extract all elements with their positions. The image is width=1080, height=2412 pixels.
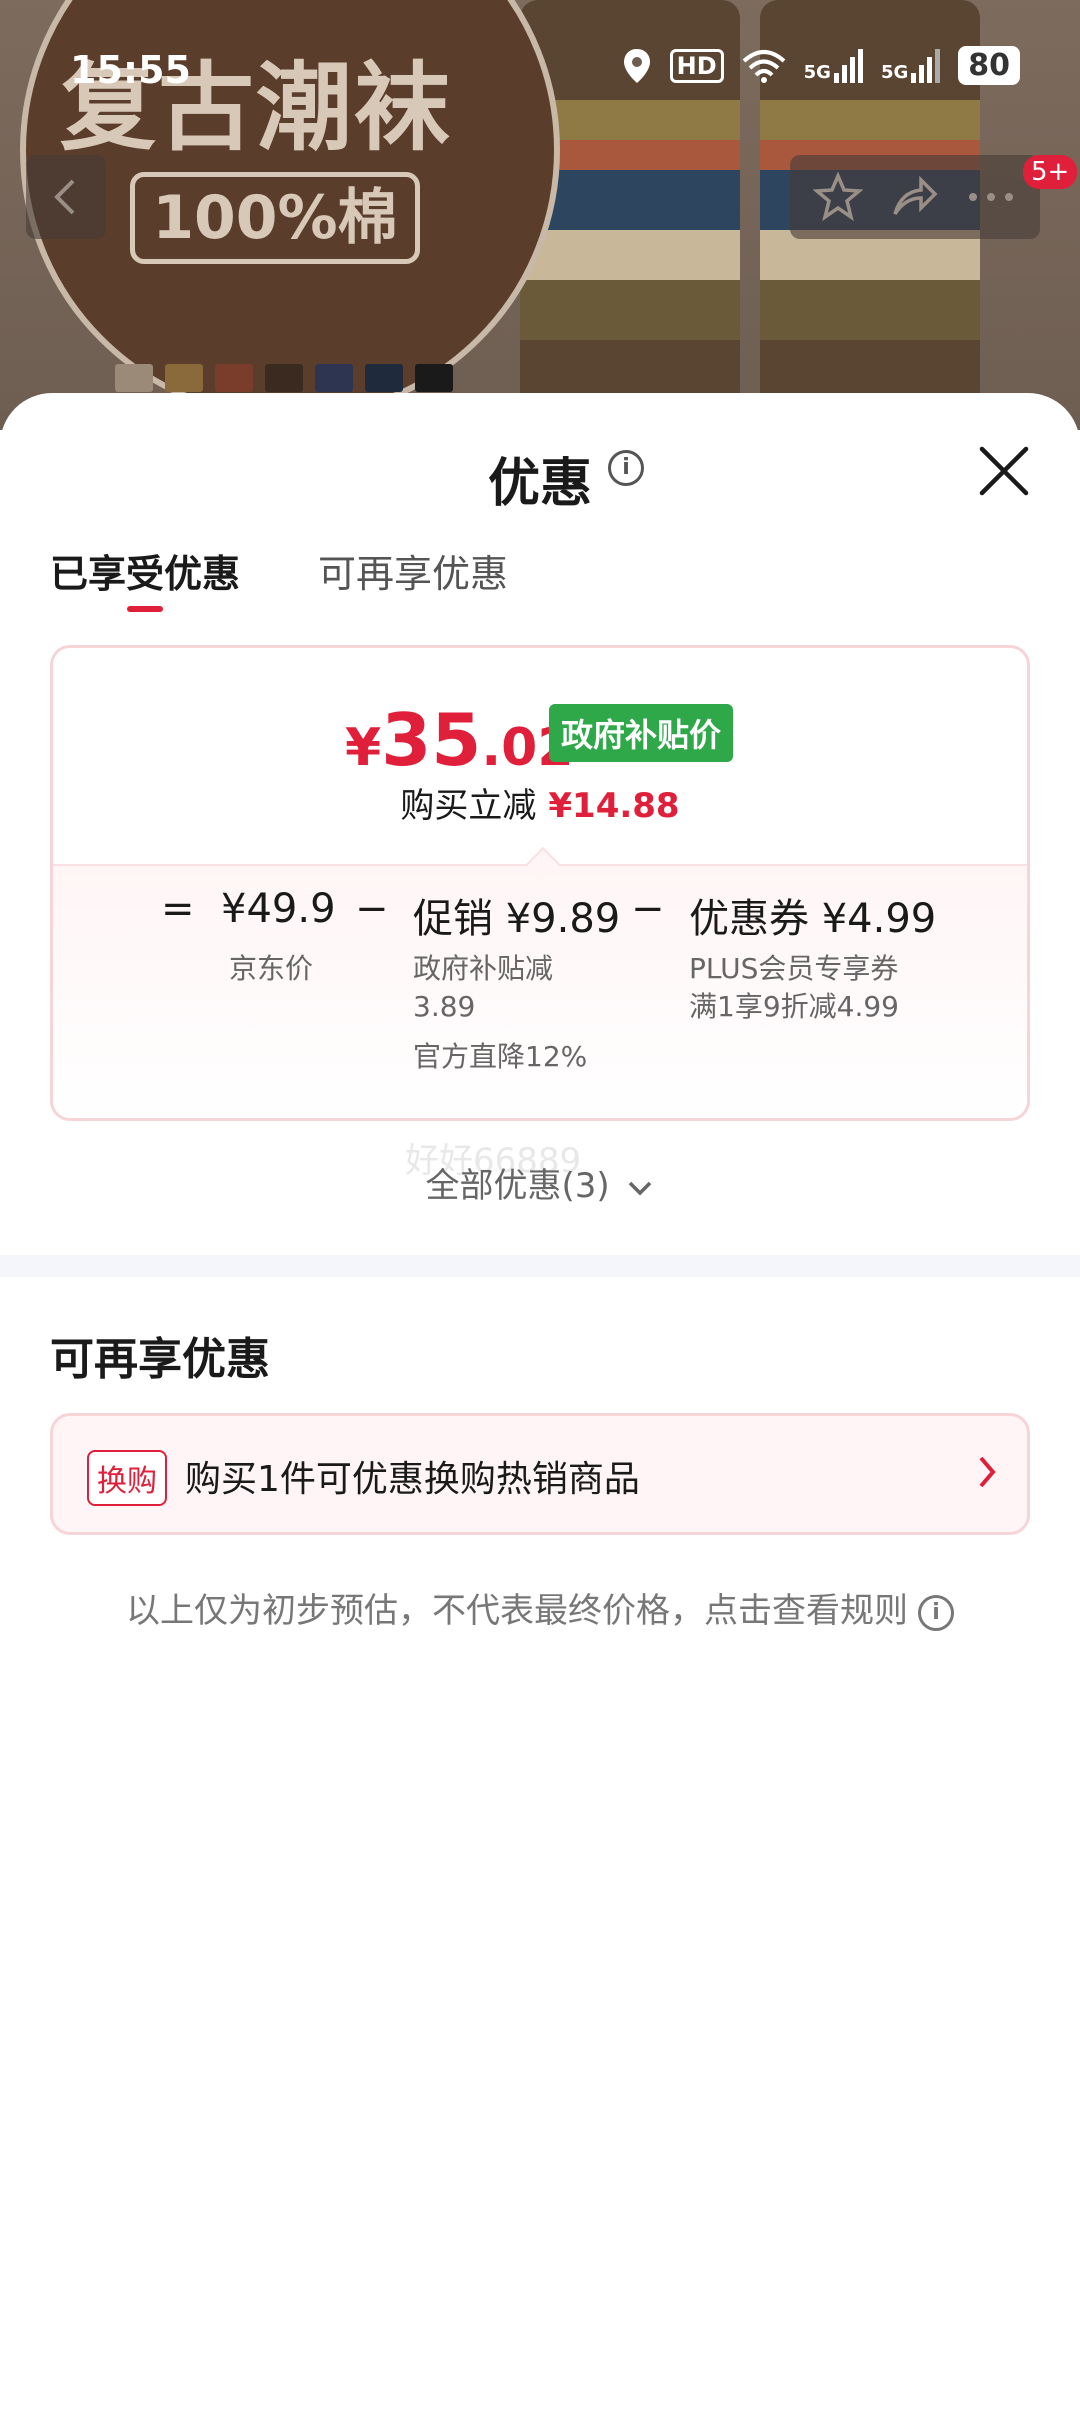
info-icon: i xyxy=(918,1594,954,1631)
signal-5g-1: 5G xyxy=(804,48,863,83)
base-price-label: 京东价 xyxy=(229,952,314,985)
status-bar: 15:55 HD 5G 5G 80 xyxy=(0,0,1080,140)
footnote-text: 以上仅为初步预估，不代表最终价格，点击查看规则 xyxy=(126,1591,908,1631)
promo-value: 促销 ¥9.89 xyxy=(413,896,621,942)
promo-detail-3: 官方直降12% xyxy=(413,1040,588,1073)
discount-sheet: 优惠 i 已享受优惠 可再享优惠 ¥35.02 政府补贴价 购买立减 ¥14.88… xyxy=(0,393,1080,2412)
section-divider xyxy=(0,1255,1080,1277)
all-discounts-label: 全部优惠(3) xyxy=(425,1166,610,1206)
tab-enjoyed[interactable]: 已享受优惠 xyxy=(50,543,240,598)
sheet-title: 优惠 xyxy=(487,454,592,514)
star-icon[interactable] xyxy=(813,172,863,222)
gov-subsidy-badge: 政府补贴价 xyxy=(549,704,734,762)
minus-sign-2: − xyxy=(631,886,665,932)
location-icon xyxy=(623,48,650,83)
status-time: 15:55 xyxy=(70,48,191,92)
thumb-4[interactable] xyxy=(265,364,303,392)
more-icon[interactable] xyxy=(965,187,1017,207)
back-button[interactable] xyxy=(26,155,106,239)
thumb-7[interactable] xyxy=(415,364,453,392)
price-integer: 35 xyxy=(381,698,482,782)
thumb-1[interactable] xyxy=(115,364,153,392)
exchange-offer-card[interactable]: 换购 购买1件可优惠换购热销商品 xyxy=(50,1413,1030,1535)
minus-sign-1: − xyxy=(355,886,389,932)
thumb-2[interactable] xyxy=(165,364,203,392)
close-icon[interactable] xyxy=(976,443,1032,499)
coupon-value: 优惠券 ¥4.99 xyxy=(689,896,937,942)
chevron-left-icon xyxy=(54,179,75,215)
banner-subtitle: 100%棉 xyxy=(130,172,420,264)
thumb-5[interactable] xyxy=(315,364,353,392)
instant-discount-line: 购买立减 ¥14.88 xyxy=(53,778,1027,827)
wifi-icon xyxy=(742,49,785,83)
promo-detail-2: 3.89 xyxy=(413,990,476,1023)
color-thumbnails xyxy=(115,364,453,392)
promo-detail-1: 政府补贴减 xyxy=(413,952,554,985)
tab-active-indicator xyxy=(127,606,163,612)
status-icons: HD 5G 5G 80 xyxy=(622,46,1020,85)
estimate-footnote[interactable]: 以上仅为初步预估，不代表最终价格，点击查看规则 i xyxy=(0,1583,1080,1632)
all-discounts-toggle[interactable]: 全部优惠(3) xyxy=(0,1158,1080,1207)
equals-sign: = xyxy=(161,886,195,932)
exchange-offer-text: 购买1件可优惠换购热销商品 xyxy=(185,1459,640,1500)
thumb-3[interactable] xyxy=(215,364,253,392)
exchange-badge: 换购 xyxy=(87,1450,167,1506)
chevron-down-icon xyxy=(629,1181,652,1195)
discount-label: 购买立减 xyxy=(400,786,537,826)
battery-indicator: 80 xyxy=(958,46,1020,85)
share-icon[interactable] xyxy=(889,172,939,222)
discount-amount: ¥14.88 xyxy=(548,786,680,826)
coupon-detail-2: 满1享9折减4.99 xyxy=(689,990,899,1023)
base-price-value: ¥49.9 xyxy=(221,886,336,932)
signal-5g-2: 5G xyxy=(881,48,941,83)
chevron-right-icon xyxy=(979,1456,996,1488)
info-icon[interactable]: i xyxy=(608,450,644,486)
thumb-6[interactable] xyxy=(365,364,403,392)
final-price: ¥35.02 xyxy=(345,698,574,782)
hd-indicator: HD xyxy=(669,48,724,83)
more-discounts-title: 可再享优惠 xyxy=(50,1334,270,1385)
price-currency: ¥ xyxy=(345,718,382,778)
signal-bars-icon xyxy=(911,48,941,83)
tab-more-discounts[interactable]: 可再享优惠 xyxy=(318,543,508,598)
signal-bars-icon xyxy=(833,48,863,83)
coupon-detail-1: PLUS会员专享券 xyxy=(689,952,899,985)
notification-badge: 5+ xyxy=(1023,155,1078,189)
top-actions xyxy=(790,155,1040,239)
price-breakdown-card: ¥35.02 政府补贴价 购买立减 ¥14.88 = ¥49.9 京东价 − 促销… xyxy=(50,645,1030,1121)
